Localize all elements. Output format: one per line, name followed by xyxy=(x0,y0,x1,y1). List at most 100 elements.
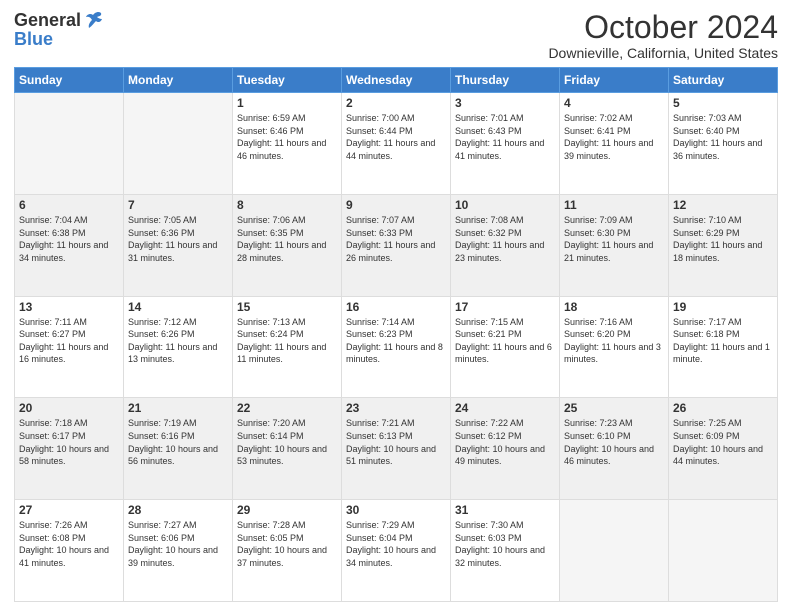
calendar-day-cell xyxy=(669,500,778,602)
day-number: 17 xyxy=(455,300,555,314)
calendar-day-cell: 21Sunrise: 7:19 AMSunset: 6:16 PMDayligh… xyxy=(124,398,233,500)
month-title: October 2024 xyxy=(548,10,778,45)
day-number: 10 xyxy=(455,198,555,212)
calendar-day-cell: 6 Sunrise: 7:04 AMSunset: 6:38 PMDaylight… xyxy=(15,194,124,296)
day-detail: Sunrise: 7:15 AMSunset: 6:21 PMDaylight:… xyxy=(455,316,555,366)
day-detail: Sunrise: 7:21 AMSunset: 6:13 PMDaylight:… xyxy=(346,417,446,467)
calendar-day-cell: 23 Sunrise: 7:21 AMSunset: 6:13 PMDayligh… xyxy=(342,398,451,500)
day-detail: Sunrise: 7:28 AMSunset: 6:05 PMDaylight:… xyxy=(237,519,337,569)
calendar-week-row: 13Sunrise: 7:11 AMSunset: 6:27 PMDayligh… xyxy=(15,296,778,398)
day-number: 11 xyxy=(564,198,664,212)
title-block: October 2024 Downieville, California, Un… xyxy=(548,10,778,61)
calendar-header-saturday: Saturday xyxy=(669,68,778,93)
calendar-day-cell: 16Sunrise: 7:14 AMSunset: 6:23 PMDayligh… xyxy=(342,296,451,398)
day-detail: Sunrise: 7:27 AMSunset: 6:06 PMDaylight:… xyxy=(128,519,228,569)
day-detail: Sunrise: 7:07 AMSunset: 6:33 PMDaylight:… xyxy=(346,214,446,264)
calendar-day-cell xyxy=(15,93,124,195)
day-detail: Sunrise: 7:08 AMSunset: 6:32 PMDaylight:… xyxy=(455,214,555,264)
calendar-day-cell: 24 Sunrise: 7:22 AMSunset: 6:12 PMDayligh… xyxy=(451,398,560,500)
calendar-day-cell: 31Sunrise: 7:30 AMSunset: 6:03 PMDayligh… xyxy=(451,500,560,602)
day-number: 19 xyxy=(673,300,773,314)
calendar-header-monday: Monday xyxy=(124,68,233,93)
calendar-week-row: 27 Sunrise: 7:26 AMSunset: 6:08 PMDayligh… xyxy=(15,500,778,602)
calendar-day-cell: 9Sunrise: 7:07 AMSunset: 6:33 PMDaylight… xyxy=(342,194,451,296)
day-number: 20 xyxy=(19,401,119,415)
logo-general: General xyxy=(14,10,81,31)
calendar-day-cell: 18 Sunrise: 7:16 AMSunset: 6:20 PMDayligh… xyxy=(560,296,669,398)
calendar-header-row: SundayMondayTuesdayWednesdayThursdayFrid… xyxy=(15,68,778,93)
calendar-day-cell: 19 Sunrise: 7:17 AMSunset: 6:18 PMDayligh… xyxy=(669,296,778,398)
calendar-day-cell: 17 Sunrise: 7:15 AMSunset: 6:21 PMDayligh… xyxy=(451,296,560,398)
day-detail: Sunrise: 7:22 AMSunset: 6:12 PMDaylight:… xyxy=(455,417,555,467)
calendar-day-cell: 10 Sunrise: 7:08 AMSunset: 6:32 PMDayligh… xyxy=(451,194,560,296)
calendar-day-cell: 11 Sunrise: 7:09 AMSunset: 6:30 PMDayligh… xyxy=(560,194,669,296)
calendar-day-cell: 4Sunrise: 7:02 AMSunset: 6:41 PMDaylight… xyxy=(560,93,669,195)
calendar-day-cell: 5 Sunrise: 7:03 AMSunset: 6:40 PMDaylight… xyxy=(669,93,778,195)
location: Downieville, California, United States xyxy=(548,45,778,61)
day-detail: Sunrise: 7:23 AMSunset: 6:10 PMDaylight:… xyxy=(564,417,664,467)
calendar-day-cell: 26 Sunrise: 7:25 AMSunset: 6:09 PMDayligh… xyxy=(669,398,778,500)
calendar-header-thursday: Thursday xyxy=(451,68,560,93)
day-detail: Sunrise: 7:04 AMSunset: 6:38 PMDaylight:… xyxy=(19,214,119,264)
calendar-header-friday: Friday xyxy=(560,68,669,93)
calendar-day-cell: 22Sunrise: 7:20 AMSunset: 6:14 PMDayligh… xyxy=(233,398,342,500)
calendar-header-sunday: Sunday xyxy=(15,68,124,93)
calendar-day-cell: 3 Sunrise: 7:01 AMSunset: 6:43 PMDaylight… xyxy=(451,93,560,195)
day-number: 26 xyxy=(673,401,773,415)
day-number: 6 xyxy=(19,198,119,212)
day-detail: Sunrise: 6:59 AMSunset: 6:46 PMDaylight:… xyxy=(237,112,337,162)
day-number: 23 xyxy=(346,401,446,415)
calendar-day-cell: 12 Sunrise: 7:10 AMSunset: 6:29 PMDayligh… xyxy=(669,194,778,296)
calendar-week-row: 1Sunrise: 6:59 AMSunset: 6:46 PMDaylight… xyxy=(15,93,778,195)
day-number: 16 xyxy=(346,300,446,314)
day-number: 24 xyxy=(455,401,555,415)
header: General Blue October 2024 Downieville, C… xyxy=(14,10,778,61)
day-number: 13 xyxy=(19,300,119,314)
calendar-day-cell: 14Sunrise: 7:12 AMSunset: 6:26 PMDayligh… xyxy=(124,296,233,398)
day-detail: Sunrise: 7:01 AMSunset: 6:43 PMDaylight:… xyxy=(455,112,555,162)
calendar-day-cell: 27 Sunrise: 7:26 AMSunset: 6:08 PMDayligh… xyxy=(15,500,124,602)
day-detail: Sunrise: 7:10 AMSunset: 6:29 PMDaylight:… xyxy=(673,214,773,264)
day-detail: Sunrise: 7:18 AMSunset: 6:17 PMDaylight:… xyxy=(19,417,119,467)
calendar-week-row: 20 Sunrise: 7:18 AMSunset: 6:17 PMDayligh… xyxy=(15,398,778,500)
day-detail: Sunrise: 7:17 AMSunset: 6:18 PMDaylight:… xyxy=(673,316,773,366)
calendar-day-cell: 2 Sunrise: 7:00 AMSunset: 6:44 PMDaylight… xyxy=(342,93,451,195)
day-number: 7 xyxy=(128,198,228,212)
calendar-header-wednesday: Wednesday xyxy=(342,68,451,93)
day-detail: Sunrise: 7:09 AMSunset: 6:30 PMDaylight:… xyxy=(564,214,664,264)
calendar-day-cell: 29 Sunrise: 7:28 AMSunset: 6:05 PMDayligh… xyxy=(233,500,342,602)
calendar-day-cell: 30 Sunrise: 7:29 AMSunset: 6:04 PMDayligh… xyxy=(342,500,451,602)
page: General Blue October 2024 Downieville, C… xyxy=(0,0,792,612)
day-number: 15 xyxy=(237,300,337,314)
day-number: 12 xyxy=(673,198,773,212)
day-number: 3 xyxy=(455,96,555,110)
calendar-day-cell: 7 Sunrise: 7:05 AMSunset: 6:36 PMDaylight… xyxy=(124,194,233,296)
day-detail: Sunrise: 7:05 AMSunset: 6:36 PMDaylight:… xyxy=(128,214,228,264)
day-number: 27 xyxy=(19,503,119,517)
day-number: 30 xyxy=(346,503,446,517)
day-detail: Sunrise: 7:19 AMSunset: 6:16 PMDaylight:… xyxy=(128,417,228,467)
logo: General Blue xyxy=(14,10,105,50)
calendar-day-cell xyxy=(124,93,233,195)
day-number: 2 xyxy=(346,96,446,110)
day-number: 5 xyxy=(673,96,773,110)
calendar-day-cell: 20 Sunrise: 7:18 AMSunset: 6:17 PMDayligh… xyxy=(15,398,124,500)
day-detail: Sunrise: 7:26 AMSunset: 6:08 PMDaylight:… xyxy=(19,519,119,569)
day-detail: Sunrise: 7:00 AMSunset: 6:44 PMDaylight:… xyxy=(346,112,446,162)
day-detail: Sunrise: 7:02 AMSunset: 6:41 PMDaylight:… xyxy=(564,112,664,162)
day-number: 22 xyxy=(237,401,337,415)
day-number: 18 xyxy=(564,300,664,314)
logo-blue: Blue xyxy=(14,29,53,50)
calendar-day-cell: 1Sunrise: 6:59 AMSunset: 6:46 PMDaylight… xyxy=(233,93,342,195)
day-detail: Sunrise: 7:16 AMSunset: 6:20 PMDaylight:… xyxy=(564,316,664,366)
day-detail: Sunrise: 7:13 AMSunset: 6:24 PMDaylight:… xyxy=(237,316,337,366)
day-number: 29 xyxy=(237,503,337,517)
day-number: 28 xyxy=(128,503,228,517)
day-number: 8 xyxy=(237,198,337,212)
calendar-day-cell xyxy=(560,500,669,602)
day-detail: Sunrise: 7:25 AMSunset: 6:09 PMDaylight:… xyxy=(673,417,773,467)
day-detail: Sunrise: 7:03 AMSunset: 6:40 PMDaylight:… xyxy=(673,112,773,162)
day-detail: Sunrise: 7:29 AMSunset: 6:04 PMDaylight:… xyxy=(346,519,446,569)
day-detail: Sunrise: 7:30 AMSunset: 6:03 PMDaylight:… xyxy=(455,519,555,569)
calendar-day-cell: 13Sunrise: 7:11 AMSunset: 6:27 PMDayligh… xyxy=(15,296,124,398)
